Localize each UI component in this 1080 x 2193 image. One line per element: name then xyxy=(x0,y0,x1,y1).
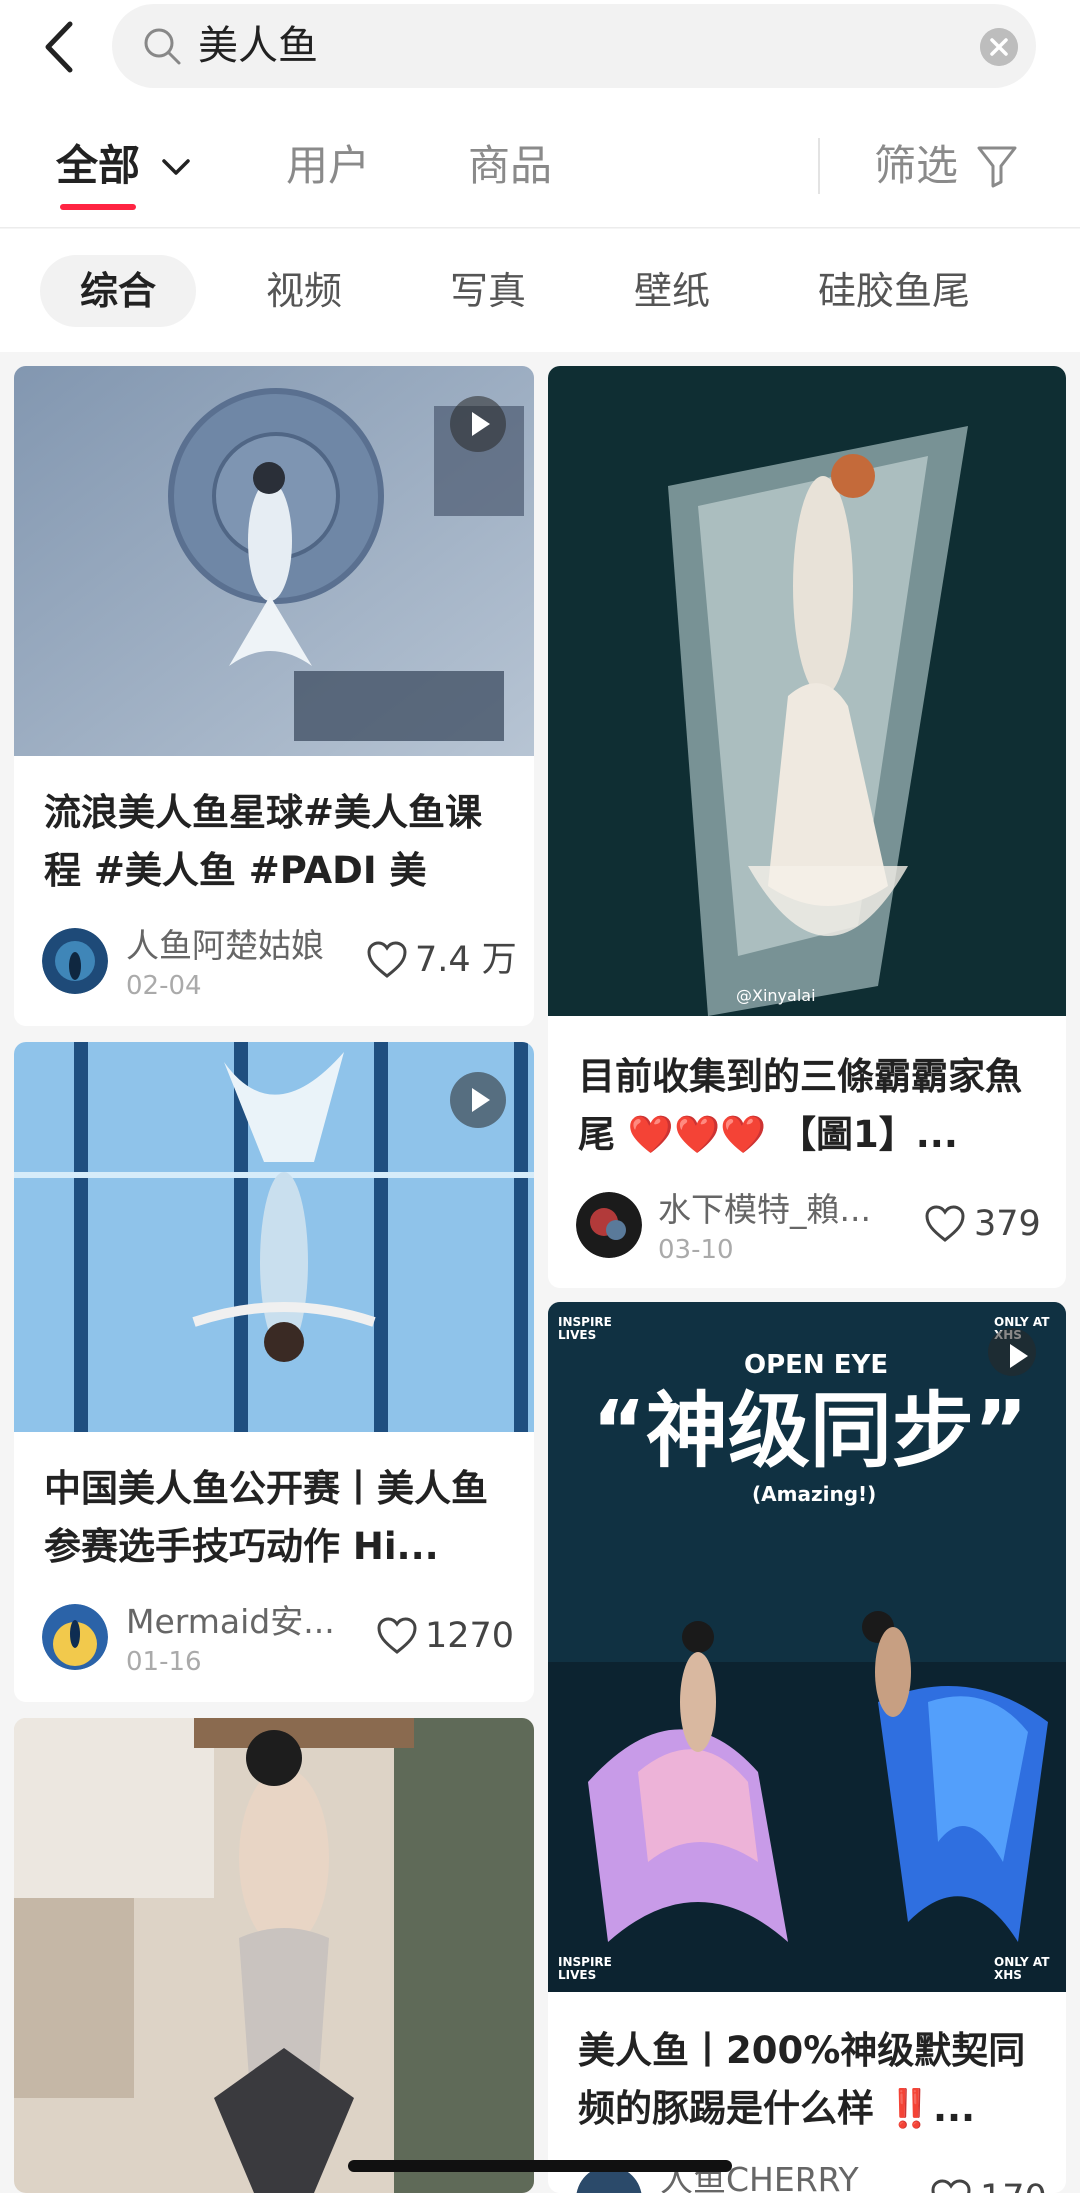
heart-icon[interactable] xyxy=(366,940,408,980)
chip-video[interactable]: 视频 xyxy=(266,255,342,327)
note-card[interactable] xyxy=(14,1718,534,2193)
poster-tag-right-bottom: ONLY AT XHS xyxy=(994,1955,1050,1982)
author-name: Mermaid安... xyxy=(126,1602,335,1641)
like-count: 170 xyxy=(980,2176,1047,2193)
note-title: 中国美人鱼公开赛丨美人鱼参赛选手技巧动作 Hi... xyxy=(44,1467,488,1568)
play-icon xyxy=(450,1072,506,1128)
home-indicator[interactable] xyxy=(348,2160,732,2172)
active-tab-indicator xyxy=(60,204,136,210)
back-arrow-icon[interactable] xyxy=(40,20,80,74)
heart-icon[interactable] xyxy=(376,1616,418,1656)
like-count: 379 xyxy=(974,1204,1041,1244)
poster-tag-left-bottom: INSPIRE LIVES xyxy=(558,1955,612,1982)
like-count: 1270 xyxy=(425,1616,515,1656)
note-card[interactable]: 中国美人鱼公开赛丨美人鱼参赛选手技巧动作 Hi... Mermaid安... 0… xyxy=(14,1042,534,1702)
note-title: 美人鱼丨200%神级默契同频的豚踢是什么样 ‼️... xyxy=(578,2029,1026,2130)
post-date: 01-16 xyxy=(126,1647,202,1677)
avatar xyxy=(42,1604,108,1670)
note-card[interactable]: INSPIRE LIVES ONLY AT XHS OPEN EYE “神级同步… xyxy=(548,1302,1066,2193)
filter-funnel-icon[interactable] xyxy=(976,144,1018,188)
clear-icon[interactable] xyxy=(980,28,1018,66)
chip-wallpaper[interactable]: 壁纸 xyxy=(634,255,710,327)
divider xyxy=(818,138,820,194)
cover-image xyxy=(548,366,1066,1016)
tab-products[interactable]: 商品 xyxy=(468,140,552,192)
like-count: 7.4 万 xyxy=(415,940,517,980)
tab-users[interactable]: 用户 xyxy=(286,140,370,192)
poster-big-title: “神级同步” xyxy=(592,1384,1028,1479)
note-card[interactable]: @Xinyalai 目前收集到的三條霸霸家魚尾 ❤️❤️❤️ 【圖1】... 水… xyxy=(548,366,1066,1288)
tab-all[interactable]: 全部 xyxy=(56,140,140,192)
author-name: 水下模特_賴... xyxy=(658,1190,871,1229)
heart-icon[interactable] xyxy=(930,2178,972,2193)
author-name: 人鱼阿楚姑娘 xyxy=(126,926,324,965)
play-icon xyxy=(450,396,506,452)
heart-icon[interactable] xyxy=(924,1204,966,1244)
post-date: 03-10 xyxy=(658,1235,734,1265)
search-icon xyxy=(144,28,181,65)
filter-button[interactable]: 筛选 xyxy=(874,140,958,192)
result-type-tabs: 全部 用户 商品 筛选 xyxy=(0,108,1080,228)
poster-heading: OPEN EYE xyxy=(744,1350,889,1380)
note-title: 流浪美人鱼星球#美人鱼课程 #美人鱼 #PADI 美人... xyxy=(44,791,483,892)
category-chips: 综合 视频 写真 壁纸 硅胶鱼尾 xyxy=(0,229,1080,352)
search-query: 美人鱼 xyxy=(198,23,318,69)
play-icon xyxy=(988,1328,1036,1376)
chip-photo[interactable]: 写真 xyxy=(450,255,526,327)
post-date: 02-04 xyxy=(126,971,202,1001)
cover-image xyxy=(14,1718,534,2193)
note-card[interactable]: 流浪美人鱼星球#美人鱼课程 #美人鱼 #PADI 美人... 人鱼阿楚姑娘 02… xyxy=(14,366,534,1026)
avatar xyxy=(576,1192,642,1258)
search-bar: 美人鱼 xyxy=(0,0,1080,108)
image-watermark: @Xinyalai xyxy=(736,986,816,1005)
poster-subtitle: (Amazing!) xyxy=(752,1482,877,1506)
chevron-down-icon[interactable] xyxy=(160,156,192,178)
search-input[interactable]: 美人鱼 xyxy=(112,4,1036,88)
avatar xyxy=(42,928,108,994)
poster-tag-left: INSPIRE LIVES xyxy=(558,1315,612,1342)
chip-silicone-tail[interactable]: 硅胶鱼尾 xyxy=(818,255,970,327)
note-title: 目前收集到的三條霸霸家魚尾 ❤️❤️❤️ 【圖1】... xyxy=(578,1055,1022,1156)
chip-comprehensive[interactable]: 综合 xyxy=(40,255,197,327)
